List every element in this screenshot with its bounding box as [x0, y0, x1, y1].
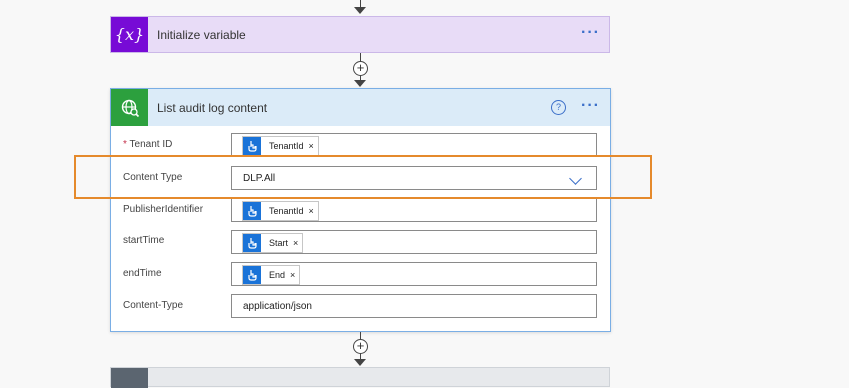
content-type-value: DLP.All — [243, 173, 276, 184]
connector-arrow-top — [354, 7, 366, 14]
more-options-icon[interactable]: ··· — [581, 97, 600, 115]
token-label: End — [269, 270, 286, 280]
tenant-id-field[interactable]: TenantId × — [231, 133, 597, 157]
step-title: List audit log content — [157, 101, 268, 115]
touch-hand-icon — [243, 137, 261, 155]
required-marker: * — [123, 139, 127, 150]
end-time-field[interactable]: End × — [231, 262, 597, 286]
dynamic-content-token[interactable]: End × — [242, 265, 301, 285]
token-label: TenantId — [269, 206, 304, 216]
dynamic-content-token[interactable]: TenantId × — [242, 201, 319, 221]
remove-token-icon[interactable]: × — [309, 206, 314, 216]
start-time-label: startTime — [123, 235, 165, 246]
more-options-icon[interactable]: ··· — [581, 24, 600, 42]
connector-arrow-bottom — [354, 359, 366, 366]
content-type-header-label: Content-Type — [123, 300, 184, 311]
insert-step-button[interactable]: + — [353, 339, 368, 354]
content-type-dropdown[interactable]: DLP.All — [231, 166, 597, 190]
globe-search-icon — [111, 89, 148, 126]
dynamic-content-token[interactable]: Start × — [242, 233, 304, 253]
list-audit-log-step[interactable]: List audit log content ? ··· * Tenant ID… — [110, 88, 611, 332]
next-step-card[interactable] — [110, 367, 610, 388]
initialize-variable-step[interactable]: {x} Initialize variable ··· — [110, 16, 610, 53]
touch-hand-icon — [243, 202, 261, 220]
tenant-id-label-text: Tenant ID — [129, 139, 173, 150]
token-label: TenantId — [269, 141, 304, 151]
dynamic-content-token[interactable]: TenantId × — [242, 136, 319, 156]
touch-hand-icon — [243, 234, 261, 252]
tenant-id-label: * Tenant ID — [123, 139, 172, 150]
connector-arrow-middle — [354, 80, 366, 87]
touch-hand-icon — [243, 266, 261, 284]
step-icon — [111, 368, 148, 388]
end-time-label: endTime — [123, 268, 162, 279]
variable-icon: {x} — [111, 17, 148, 52]
remove-token-icon[interactable]: × — [293, 238, 298, 248]
publisher-identifier-label: PublisherIdentifier — [123, 204, 204, 215]
content-type-header-value: application/json — [243, 301, 312, 312]
content-type-header-field[interactable]: application/json — [231, 294, 597, 318]
chevron-down-icon[interactable] — [569, 172, 582, 185]
content-type-label: Content Type — [123, 172, 183, 183]
remove-token-icon[interactable]: × — [309, 141, 314, 151]
remove-token-icon[interactable]: × — [290, 270, 295, 280]
token-label: Start — [269, 238, 289, 248]
publisher-identifier-field[interactable]: TenantId × — [231, 198, 597, 222]
insert-step-button[interactable]: + — [353, 61, 368, 76]
step-title: Initialize variable — [157, 28, 246, 42]
step-header[interactable]: List audit log content ? ··· — [111, 89, 610, 126]
start-time-field[interactable]: Start × — [231, 230, 597, 254]
help-icon[interactable]: ? — [551, 100, 566, 115]
